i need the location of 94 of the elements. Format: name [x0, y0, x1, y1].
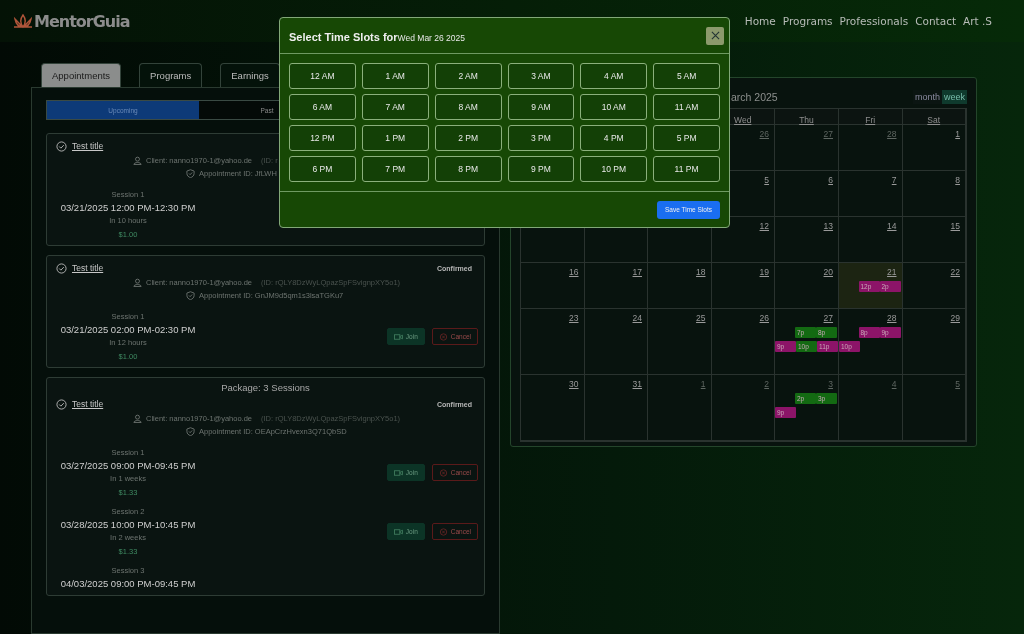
time-slot-button[interactable]: 9 AM	[507, 94, 575, 120]
person-icon	[133, 414, 142, 423]
day-number[interactable]: 24	[632, 309, 647, 324]
day-number[interactable]: 28	[887, 309, 902, 324]
day-number[interactable]: 12	[759, 217, 774, 232]
video-icon	[393, 527, 403, 536]
view-button[interactable]: month	[912, 90, 942, 104]
calendar-title: arch 2025	[731, 91, 778, 103]
check-circle-icon	[56, 140, 67, 152]
time-slot-button[interactable]: 6 AM	[289, 94, 356, 120]
lotus-icon	[13, 13, 33, 29]
nav-link[interactable]: Art .S	[963, 15, 992, 27]
day-number[interactable]: 17	[632, 263, 647, 278]
tab[interactable]: Appointments	[41, 63, 122, 87]
weekday-header: Wed	[734, 115, 752, 125]
day-number[interactable]: 13	[823, 217, 838, 232]
session-time: 04/03/2025 09:00 PM-09:45 PM	[60, 578, 196, 589]
person-icon	[133, 156, 142, 165]
day-number[interactable]: 15	[950, 217, 965, 232]
cancel-circle-icon	[438, 468, 448, 477]
appointment-title[interactable]: Test title	[72, 399, 104, 409]
day-number[interactable]: 27	[823, 309, 838, 324]
session-time: 03/27/2025 09:00 PM-09:45 PM	[60, 460, 196, 471]
close-button[interactable]	[706, 26, 724, 45]
modal-title: Select Time Slots for	[289, 30, 398, 43]
time-slot-button[interactable]: 4 AM	[580, 63, 648, 89]
session-time: 03/21/2025 12:00 PM-12:30 PM	[60, 202, 196, 213]
time-slot-button[interactable]: 10 PM	[580, 156, 648, 182]
nav-link[interactable]: Programs	[782, 15, 833, 27]
package-label: Package: 3 Sessions	[220, 382, 311, 393]
nav-link[interactable]: Professionals	[839, 15, 909, 27]
time-slot-button[interactable]: 5 AM	[653, 63, 720, 89]
day-number[interactable]: 1	[955, 125, 965, 140]
session-time: 03/21/2025 02:00 PM-02:30 PM	[60, 324, 196, 335]
time-slot-button[interactable]: 10 AM	[580, 94, 648, 120]
day-number[interactable]: 7	[891, 171, 902, 186]
time-slot-button[interactable]: 11 AM	[653, 94, 720, 120]
person-icon	[133, 278, 142, 287]
day-number[interactable]: 30	[569, 375, 584, 390]
time-slot-button[interactable]: 4 PM	[580, 125, 648, 151]
tab[interactable]: Programs	[139, 63, 203, 87]
view-button[interactable]: week	[942, 90, 967, 104]
time-slot-button[interactable]: 9 PM	[507, 156, 575, 182]
shield-check-icon	[186, 427, 195, 436]
day-number[interactable]: 5	[764, 171, 774, 186]
time-slot-button[interactable]: 2 PM	[434, 125, 502, 151]
day-number[interactable]: 26	[759, 309, 774, 324]
time-slot-button[interactable]: 7 AM	[361, 94, 429, 120]
appointment-title[interactable]: Test title	[72, 263, 104, 273]
day-number[interactable]: 18	[696, 263, 711, 278]
time-slot-button[interactable]: 1 PM	[361, 125, 429, 151]
time-slot-button[interactable]: 5 PM	[653, 125, 720, 151]
time-slot-button[interactable]: 11 PM	[653, 156, 720, 182]
modal-date: Wed Mar 26 2025	[397, 32, 466, 43]
time-slot-button[interactable]: 6 PM	[289, 156, 356, 182]
check-circle-icon	[56, 398, 67, 410]
day-number[interactable]: 21	[887, 263, 902, 278]
time-slot-button[interactable]: 7 PM	[361, 156, 429, 182]
appointment-title[interactable]: Test title	[72, 141, 104, 151]
time-slot-button[interactable]: 8 PM	[434, 156, 502, 182]
logo-text[interactable]: MentorGuia	[34, 11, 130, 31]
cancel-circle-icon	[438, 332, 448, 341]
day-number[interactable]: 20	[823, 263, 838, 278]
video-icon	[393, 468, 403, 477]
day-number[interactable]: 14	[887, 217, 902, 232]
video-icon	[393, 332, 403, 341]
nav-link[interactable]: Home	[744, 15, 776, 27]
time-slot-button[interactable]: 12 PM	[289, 125, 356, 151]
cancel-circle-icon	[438, 527, 448, 536]
day-number[interactable]: 8	[955, 171, 965, 186]
time-slot-button[interactable]: 3 PM	[507, 125, 575, 151]
shield-check-icon	[186, 291, 195, 300]
weekday-header: Thu	[799, 115, 814, 125]
day-number[interactable]: 19	[759, 263, 774, 278]
time-slot-button[interactable]: 1 AM	[361, 63, 429, 89]
session-time: 03/28/2025 10:00 PM-10:45 PM	[60, 519, 196, 530]
check-circle-icon	[56, 262, 67, 274]
close-icon	[710, 31, 720, 40]
time-slot-button[interactable]: 12 AM	[289, 63, 356, 89]
time-slot-button[interactable]: 3 AM	[507, 63, 575, 89]
weekday-header: Sat	[927, 115, 941, 125]
day-number[interactable]: 23	[569, 309, 584, 324]
day-number[interactable]: 29	[950, 309, 965, 324]
day-number[interactable]: 6	[828, 171, 838, 186]
nav-link[interactable]: Contact	[915, 15, 957, 27]
shield-check-icon	[186, 169, 195, 178]
time-slot-button[interactable]: 2 AM	[434, 63, 502, 89]
day-number[interactable]: 25	[696, 309, 711, 324]
day-number[interactable]: 22	[950, 263, 965, 278]
weekday-header: Fri	[865, 115, 876, 125]
day-number[interactable]: 31	[632, 375, 647, 390]
day-number[interactable]: 16	[569, 263, 584, 278]
time-slot-button[interactable]: 8 AM	[434, 94, 502, 120]
tab[interactable]: Earnings	[220, 63, 280, 87]
